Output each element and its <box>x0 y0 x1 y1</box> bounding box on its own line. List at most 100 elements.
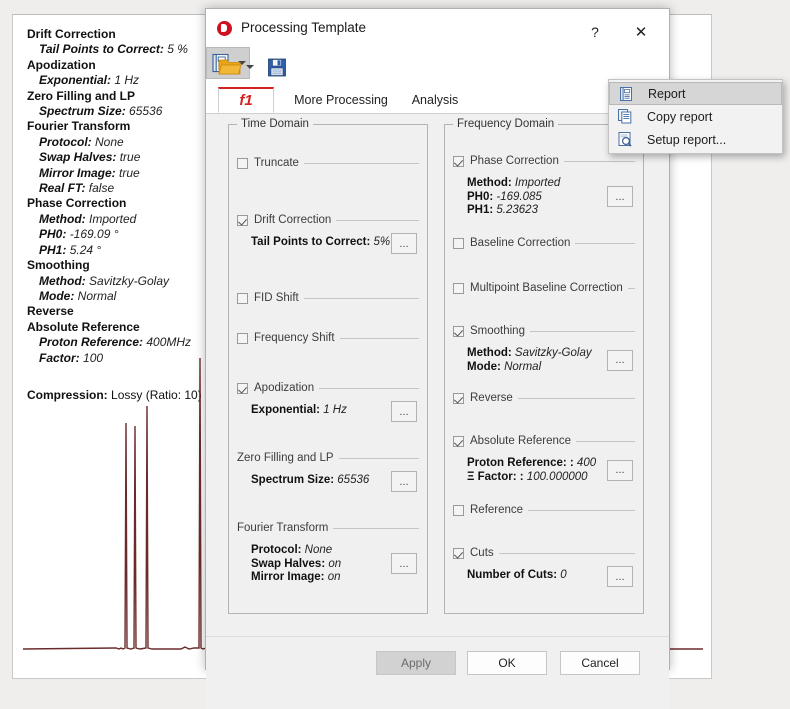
section-divider <box>338 457 419 459</box>
edit-fourier-transform-button[interactable]: ... <box>391 553 417 575</box>
processing-template-dialog: Processing Template ? ✕ f1 More Processi… <box>205 8 670 709</box>
section-label: Multipoint Baseline Correction <box>470 282 623 294</box>
edit-cuts-button[interactable]: ... <box>607 566 633 587</box>
section-baseline-correction: Baseline Correction <box>453 235 635 251</box>
section-reverse: Reverse <box>453 390 635 406</box>
section-apodization: Apodization Exponential: 1 Hz... <box>237 380 419 422</box>
section-label: Absolute Reference <box>470 435 572 447</box>
help-button[interactable]: ? <box>573 17 617 47</box>
chevron-down-icon <box>246 65 254 69</box>
section-divider <box>575 242 635 244</box>
checkbox-baseline-correction[interactable] <box>453 237 464 249</box>
checkbox-cuts[interactable] <box>453 547 464 559</box>
section-body: Number of Cuts: 0... <box>453 566 635 587</box>
checkbox-multipoint-baseline-correction[interactable] <box>453 282 464 294</box>
tab-analysis[interactable]: Analysis <box>402 87 468 113</box>
section-body: Protocol: None Swap Halves: on Mirror Imag… <box>237 544 419 585</box>
save-template-button[interactable] <box>266 51 298 83</box>
section-label: Truncate <box>254 157 299 169</box>
checkbox-phase-correction[interactable] <box>453 155 464 167</box>
section-header: Apodization <box>237 380 419 396</box>
open-template-button[interactable] <box>218 51 260 83</box>
tab-more-processing[interactable]: More Processing <box>286 87 396 113</box>
apply-button[interactable]: Apply <box>376 651 456 675</box>
edit-absolute-reference-button[interactable]: ... <box>607 459 633 481</box>
menu-item-copy-report[interactable]: Copy report <box>609 105 782 128</box>
cancel-button[interactable]: Cancel <box>560 651 640 675</box>
section-divider <box>333 527 419 529</box>
section-header: Cuts <box>453 545 635 561</box>
app-logo-icon <box>217 21 232 36</box>
menu-item-setup-report[interactable]: Setup report... <box>609 128 782 151</box>
dialog-toolbar <box>206 47 669 87</box>
edit-zero-filling-and-lp-button[interactable]: ... <box>391 471 417 492</box>
section-header: FID Shift <box>237 290 419 306</box>
edit-apodization-button[interactable]: ... <box>391 401 417 422</box>
open-folder-icon <box>218 59 242 75</box>
section-divider <box>563 160 635 162</box>
section-drift-correction: Drift Correction Tail Points to Correct: … <box>237 212 419 254</box>
checkbox-absolute-reference[interactable] <box>453 435 464 447</box>
close-button[interactable]: ✕ <box>619 17 663 47</box>
section-zero-filling-and-lp: Zero Filling and LP Spectrum Size: 65536.… <box>237 450 419 492</box>
dialog-titlebar[interactable]: Processing Template ? ✕ <box>206 9 669 47</box>
checkbox-reverse[interactable] <box>453 392 464 404</box>
floppy-save-icon <box>268 58 286 77</box>
section-absolute-reference: Absolute Reference Proton Reference: : 40… <box>453 433 635 484</box>
section-smoothing: Smoothing Method: Savitzky-Golay Mode: Nor… <box>453 323 635 374</box>
section-header: Frequency Shift <box>237 330 419 346</box>
section-label: Cuts <box>470 547 494 559</box>
setup-report-icon <box>617 131 633 147</box>
ok-button[interactable]: OK <box>467 651 547 675</box>
section-phase-correction: Phase Correction Method: Imported PH0: -16… <box>453 153 635 218</box>
dialog-tabs: f1 More Processing Analysis <box>206 87 669 114</box>
section-label: FID Shift <box>254 292 299 304</box>
checkbox-reference[interactable] <box>453 504 464 516</box>
time-domain-panel: Time Domain Truncate Drift Correction Tail… <box>228 118 428 614</box>
section-divider <box>627 287 635 289</box>
menu-item-report[interactable]: Report <box>609 82 782 105</box>
section-divider <box>529 330 635 332</box>
copy-report-icon <box>617 108 633 124</box>
section-divider <box>303 162 419 164</box>
section-reference: Reference <box>453 502 635 518</box>
section-header: Smoothing <box>453 323 635 339</box>
section-header: Truncate <box>237 155 419 171</box>
checkbox-smoothing[interactable] <box>453 325 464 337</box>
checkbox-drift-correction[interactable] <box>237 214 248 226</box>
checkbox-frequency-shift[interactable] <box>237 332 248 344</box>
section-fourier-transform: Fourier Transform Protocol: None Swap Halv… <box>237 520 419 585</box>
section-divider <box>528 509 635 511</box>
checkbox-truncate[interactable] <box>237 157 248 169</box>
edit-phase-correction-button[interactable]: ... <box>607 186 633 208</box>
section-label: Apodization <box>254 382 315 394</box>
section-label: Frequency Shift <box>254 332 335 344</box>
section-label: Reference <box>470 504 524 516</box>
section-fid-shift: FID Shift <box>237 290 419 306</box>
menu-item-label: Setup report... <box>647 132 727 147</box>
section-body: Spectrum Size: 65536... <box>237 471 419 492</box>
edit-drift-correction-button[interactable]: ... <box>391 233 417 254</box>
checkbox-apodization[interactable] <box>237 382 248 394</box>
report-page-icon <box>618 86 634 102</box>
tab-f1[interactable]: f1 <box>218 87 274 113</box>
time-domain-title: Time Domain <box>237 118 313 130</box>
section-label: Phase Correction <box>470 155 559 167</box>
section-frequency-shift: Frequency Shift <box>237 330 419 346</box>
section-label: Reverse <box>470 392 513 404</box>
frequency-domain-panel: Frequency Domain Phase Correction Method:… <box>444 118 644 614</box>
section-divider <box>339 337 419 339</box>
menu-item-label: Report <box>648 86 686 101</box>
section-cuts: Cuts Number of Cuts: 0... <box>453 545 635 587</box>
section-multipoint-baseline-correction: Multipoint Baseline Correction <box>453 280 635 296</box>
section-divider <box>498 552 635 554</box>
section-label: Drift Correction <box>254 214 332 226</box>
menu-item-label: Copy report <box>647 109 713 124</box>
section-body: Method: Imported PH0: -169.085 PH1: 5.2362… <box>453 177 635 218</box>
section-header: Reverse <box>453 390 635 406</box>
edit-smoothing-button[interactable]: ... <box>607 349 633 371</box>
section-header: Drift Correction <box>237 212 419 228</box>
checkbox-fid-shift[interactable] <box>237 292 248 304</box>
section-body: Method: Savitzky-Golay Mode: Normal... <box>453 347 635 374</box>
section-divider <box>303 297 419 299</box>
